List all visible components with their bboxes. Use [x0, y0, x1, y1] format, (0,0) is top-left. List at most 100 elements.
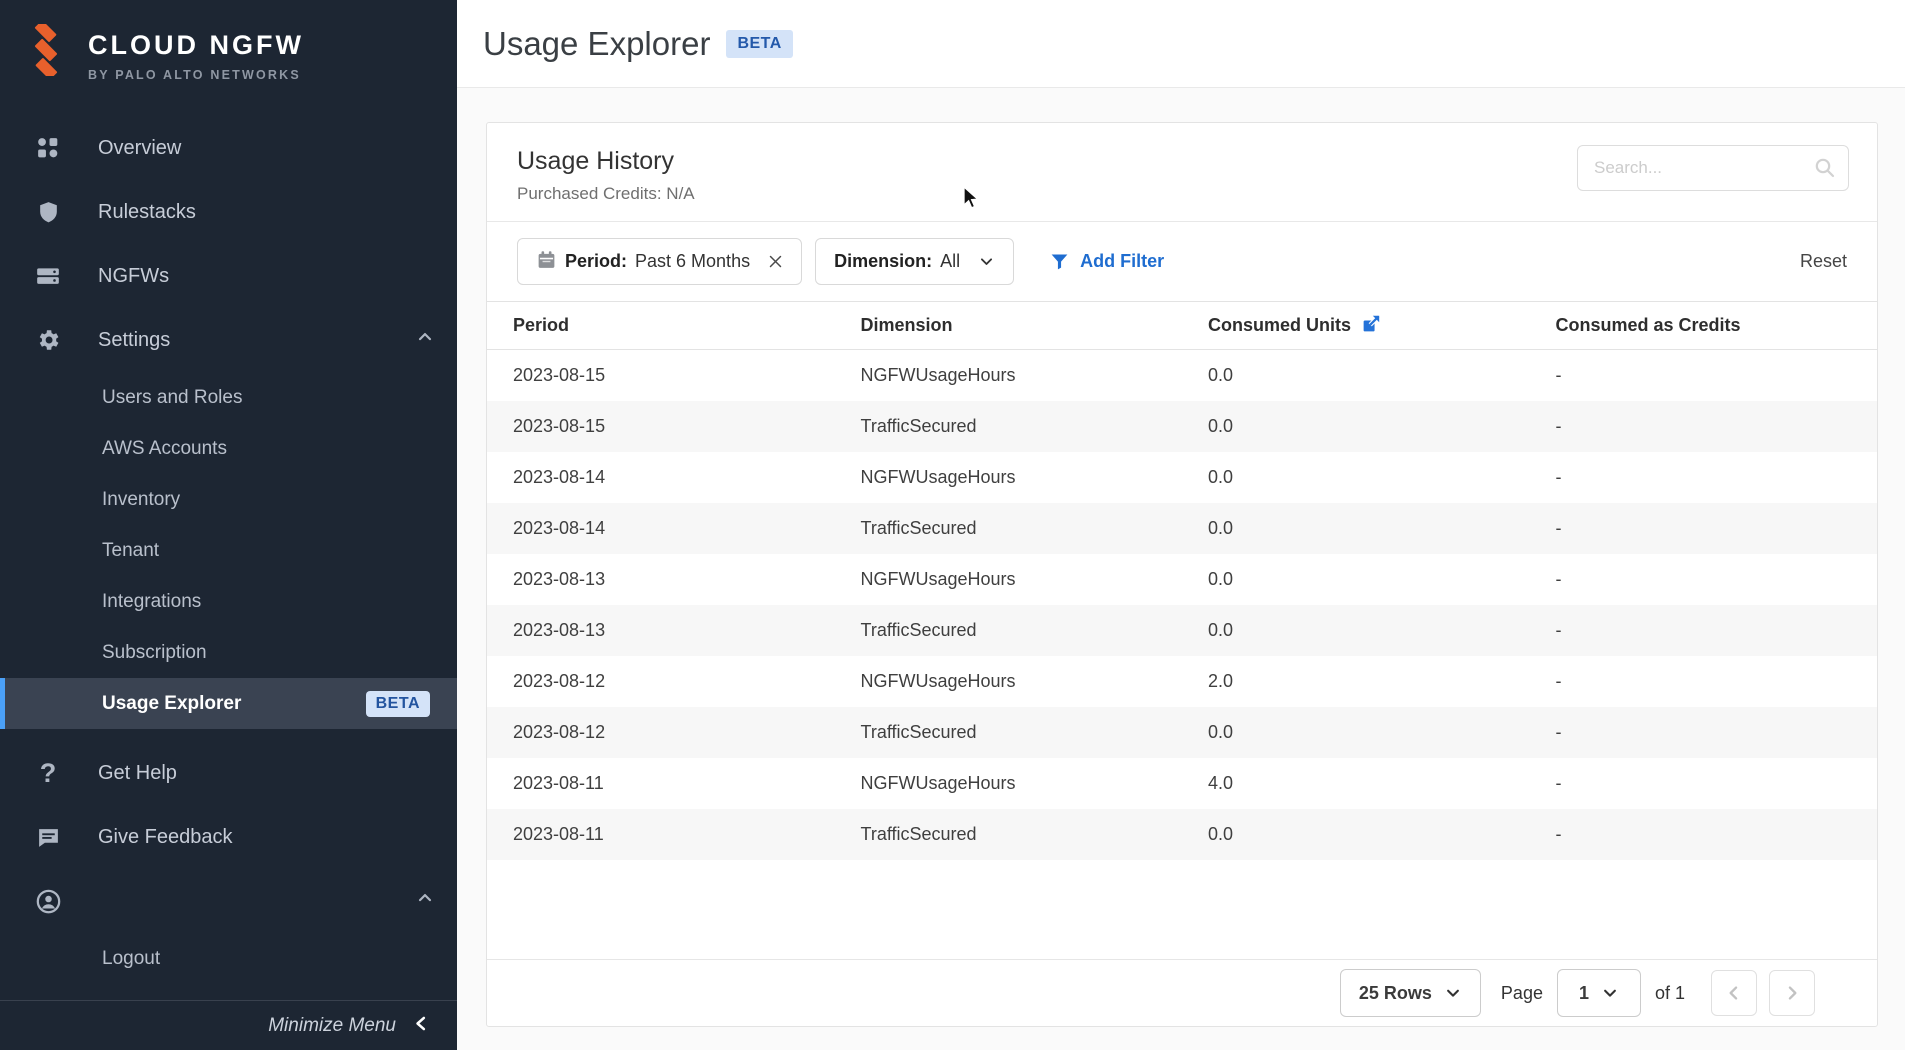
table-row[interactable]: 2023-08-15NGFWUsageHours0.0- — [487, 350, 1877, 401]
table-cell: - — [1530, 671, 1878, 692]
table-cell: TrafficSecured — [835, 620, 1183, 641]
calendar-icon — [536, 249, 557, 275]
sidebar-item-inventory[interactable]: Inventory — [0, 474, 457, 525]
table-cell: - — [1530, 722, 1878, 743]
chat-bubble-icon — [34, 823, 62, 851]
pagination-bar: 25 Rows Page 1 of 1 — [487, 959, 1877, 1026]
page-title: Usage Explorer — [483, 25, 710, 63]
chevron-left-icon — [412, 1014, 431, 1038]
column-header-dimension[interactable]: Dimension — [835, 315, 1183, 336]
chevron-down-icon — [978, 253, 995, 270]
panel-header: Usage History Purchased Credits: N/A — [487, 123, 1877, 222]
table-row[interactable]: 2023-08-12NGFWUsageHours2.0- — [487, 656, 1877, 707]
funnel-icon — [1049, 251, 1070, 272]
add-filter-button[interactable]: Add Filter — [1049, 251, 1164, 272]
table-row[interactable]: 2023-08-13TrafficSecured0.0- — [487, 605, 1877, 656]
sidebar-item-overview[interactable]: Overview — [0, 116, 457, 180]
user-avatar-icon — [34, 887, 62, 915]
server-stack-icon — [34, 262, 62, 290]
table-row[interactable]: 2023-08-14NGFWUsageHours0.0- — [487, 452, 1877, 503]
table-cell: - — [1530, 416, 1878, 437]
usage-history-panel: Usage History Purchased Credits: N/A — [486, 122, 1878, 1027]
table-cell: 0.0 — [1182, 518, 1530, 539]
table-cell: 0.0 — [1182, 467, 1530, 488]
rows-per-page-select[interactable]: 25 Rows — [1340, 969, 1481, 1017]
table-cell: TrafficSecured — [835, 722, 1183, 743]
table-cell: 0.0 — [1182, 722, 1530, 743]
search-icon[interactable] — [1813, 156, 1837, 185]
table-body: 2023-08-15NGFWUsageHours0.0-2023-08-15Tr… — [487, 350, 1877, 860]
table-row[interactable]: 2023-08-11TrafficSecured0.0- — [487, 809, 1877, 860]
sidebar-item-integrations[interactable]: Integrations — [0, 576, 457, 627]
close-icon[interactable] — [768, 254, 783, 269]
sidebar: CLOUD NGFW BY PALO ALTO NETWORKS Overvie… — [0, 0, 457, 1050]
sidebar-item-usage-explorer[interactable]: Usage Explorer BETA — [0, 678, 457, 729]
sidebar-item-users-and-roles[interactable]: Users and Roles — [0, 372, 457, 423]
table-cell: 0.0 — [1182, 824, 1530, 845]
sidebar-item-give-feedback[interactable]: Give Feedback — [0, 805, 457, 869]
reset-button[interactable]: Reset — [1800, 251, 1847, 272]
table-cell: 2023-08-12 — [487, 671, 835, 692]
table-row[interactable]: 2023-08-11NGFWUsageHours4.0- — [487, 758, 1877, 809]
dimension-filter-chip[interactable]: Dimension: All — [815, 238, 1014, 285]
table-cell: - — [1530, 620, 1878, 641]
column-header-consumed-units[interactable]: Consumed Units — [1182, 315, 1530, 336]
sidebar-item-rulestacks[interactable]: Rulestacks — [0, 180, 457, 244]
table-row[interactable]: 2023-08-14TrafficSecured0.0- — [487, 503, 1877, 554]
column-header-period[interactable]: Period — [487, 315, 835, 336]
sidebar-item-tenant[interactable]: Tenant — [0, 525, 457, 576]
chevron-left-icon — [1724, 983, 1744, 1003]
table-cell: - — [1530, 467, 1878, 488]
sidebar-item-user-account[interactable] — [0, 869, 457, 933]
page-number-select[interactable]: 1 — [1557, 969, 1641, 1017]
table-cell: NGFWUsageHours — [835, 773, 1183, 794]
table-cell: 2023-08-12 — [487, 722, 835, 743]
table-cell: NGFWUsageHours — [835, 365, 1183, 386]
table-row[interactable]: 2023-08-13NGFWUsageHours0.0- — [487, 554, 1877, 605]
next-page-button[interactable] — [1769, 970, 1815, 1016]
sidebar-item-aws-accounts[interactable]: AWS Accounts — [0, 423, 457, 474]
sidebar-item-logout[interactable]: Logout — [0, 933, 457, 984]
sidebar-item-ngfws[interactable]: NGFWs — [0, 244, 457, 308]
table-cell: 0.0 — [1182, 620, 1530, 641]
chevron-down-icon — [1444, 984, 1462, 1002]
brand-logo-block: CLOUD NGFW BY PALO ALTO NETWORKS — [0, 0, 457, 116]
chevron-right-icon — [1782, 983, 1802, 1003]
column-header-consumed-as-credits[interactable]: Consumed as Credits — [1530, 315, 1878, 336]
gear-icon — [34, 326, 62, 354]
table-cell: 2023-08-15 — [487, 365, 835, 386]
table-row[interactable]: 2023-08-15TrafficSecured0.0- — [487, 401, 1877, 452]
table-cell: 0.0 — [1182, 365, 1530, 386]
table-cell: - — [1530, 365, 1878, 386]
page-header: Usage Explorer BETA — [457, 0, 1905, 88]
table-header-row: Period Dimension Consumed Units Consumed… — [487, 301, 1877, 350]
sidebar-bottom: Minimize Menu — [0, 1000, 457, 1050]
minimize-menu-button[interactable]: Minimize Menu — [0, 1001, 457, 1050]
sidebar-item-subscription[interactable]: Subscription — [0, 627, 457, 678]
sidebar-item-settings[interactable]: Settings — [0, 308, 457, 372]
grid-icon — [34, 134, 62, 162]
external-link-icon[interactable] — [1361, 313, 1382, 334]
period-filter-chip[interactable]: Period: Past 6 Months — [517, 238, 802, 285]
question-mark-icon: ? — [34, 759, 62, 787]
brand-tagline: BY PALO ALTO NETWORKS — [88, 68, 304, 82]
table-cell: 2023-08-13 — [487, 569, 835, 590]
search-box — [1577, 145, 1849, 191]
chevron-up-icon — [415, 888, 435, 914]
beta-badge: BETA — [366, 691, 430, 717]
chevron-up-icon — [415, 327, 435, 353]
palo-alto-logo-icon — [20, 24, 72, 76]
table-cell: - — [1530, 518, 1878, 539]
table-cell: 2023-08-11 — [487, 773, 835, 794]
table-cell: 2023-08-15 — [487, 416, 835, 437]
table-cell: 2023-08-14 — [487, 518, 835, 539]
table-cell: 2.0 — [1182, 671, 1530, 692]
beta-badge: BETA — [726, 30, 792, 58]
sidebar-item-get-help[interactable]: ? Get Help — [0, 741, 457, 805]
previous-page-button[interactable] — [1711, 970, 1757, 1016]
table-row[interactable]: 2023-08-12TrafficSecured0.0- — [487, 707, 1877, 758]
table-cell: 2023-08-11 — [487, 824, 835, 845]
content-area: Usage History Purchased Credits: N/A — [457, 88, 1905, 1050]
filter-bar: Period: Past 6 Months Dimension: All — [487, 222, 1877, 301]
search-input[interactable] — [1577, 145, 1849, 191]
